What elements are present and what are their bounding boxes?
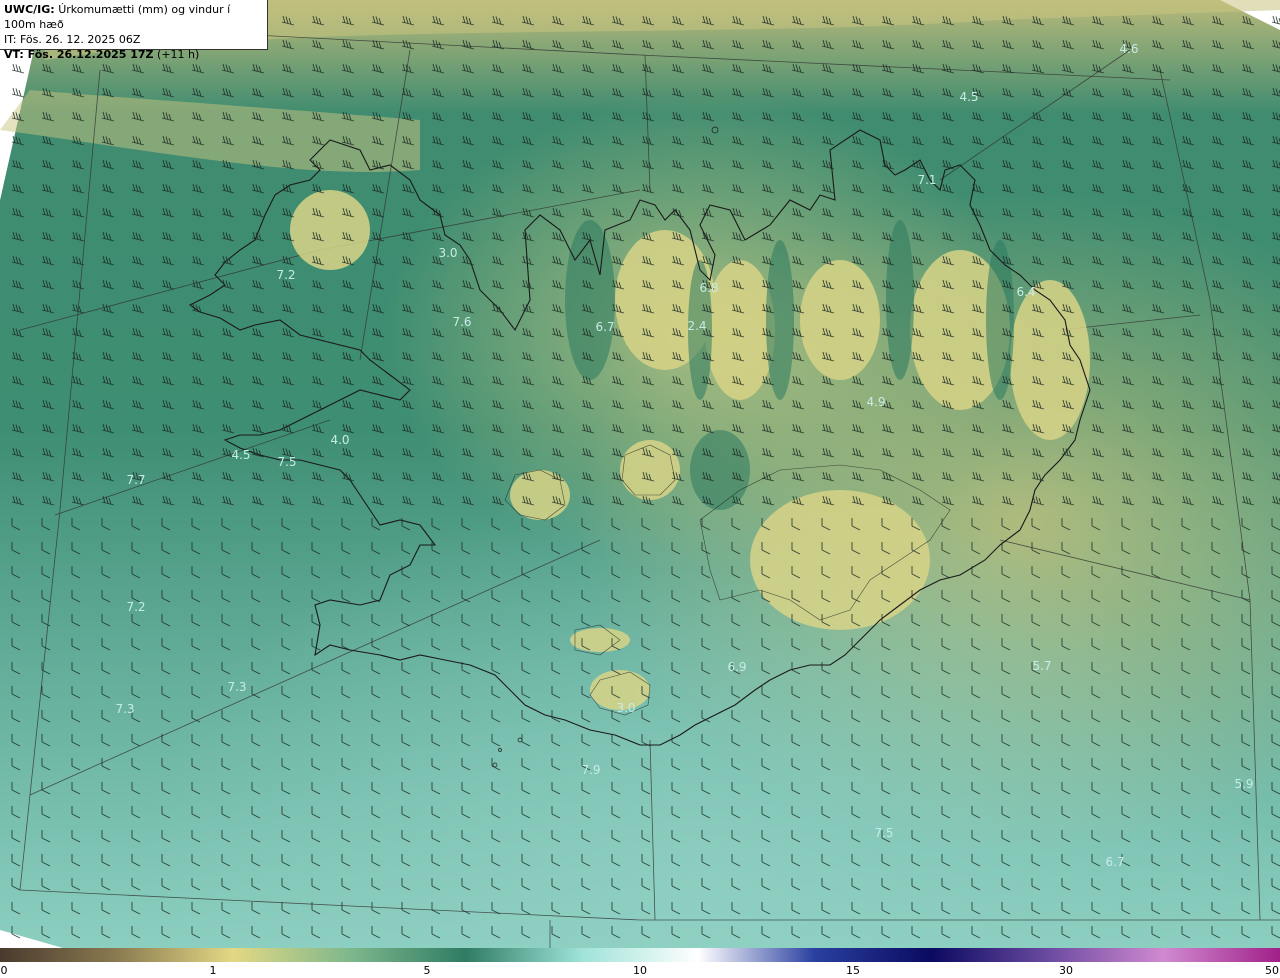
map-value-label: 2.4	[687, 319, 706, 333]
colorbar-tick-label: 10	[633, 964, 647, 977]
map-value-label: 3.0	[616, 701, 635, 715]
map-value-label: 5.7	[1032, 659, 1051, 673]
map-value-label: 6.9	[727, 660, 746, 674]
map-value-label: 7.2	[276, 268, 295, 282]
map-value-label: 7.1	[917, 173, 936, 187]
colorbar-tick-label: 5	[423, 964, 431, 977]
map-value-label: 6.7	[595, 320, 614, 334]
init-time: IT: Fös. 26. 12. 2025 06Z	[4, 33, 141, 46]
precipitation-wind-map: 4.6 4.5 7.1 3.0 7.2 7.6 6.7 6.8 2.4 6.4 4.9 4.0 4.5 7…	[0, 0, 1280, 950]
colorbar-tick-label: 15	[846, 964, 860, 977]
product-line: UWC/IG: Úrkomumætti (mm) og vindur í 100…	[4, 2, 263, 32]
map-value-label: 7.5	[277, 455, 296, 469]
map-value-label: 7.6	[452, 315, 471, 329]
valid-time: VT: Fös. 26.12.2025 17Z	[4, 48, 154, 61]
colorbar: 0 1 5 10 15 30 50	[0, 948, 1280, 978]
map-value-label: 5.9	[1234, 777, 1253, 791]
map-value-label: 4.5	[231, 448, 250, 462]
colorbar-tick-label: 30	[1059, 964, 1073, 977]
colorbar-tick-label: 0	[0, 964, 8, 977]
map-value-label: 6.8	[699, 281, 718, 295]
colorbar-tick-label: 1	[209, 964, 217, 977]
map-value-label: 3.0	[438, 246, 457, 260]
map-value-label: 7.9	[581, 763, 600, 777]
map-value-label: 6.4	[1016, 285, 1035, 299]
valid-time-line: VT: Fös. 26.12.2025 17Z (+11 h)	[4, 47, 263, 62]
colorbar-tick-label: 50	[1265, 964, 1279, 977]
map-value-label: 7.5	[874, 826, 893, 840]
colorbar-scale	[0, 948, 1280, 962]
map-value-label: 4.9	[866, 395, 885, 409]
map-info-box: UWC/IG: Úrkomumætti (mm) og vindur í 100…	[0, 0, 268, 61]
map-value-label: 4.6	[1119, 42, 1138, 56]
map-value-label: 4.5	[959, 90, 978, 104]
forecast-offset: (+11 h)	[157, 48, 200, 61]
map-value-label: 7.3	[115, 702, 134, 716]
product-code: UWC/IG:	[4, 3, 55, 16]
map-value-label: 4.0	[330, 433, 349, 447]
map-value-label: 6.7	[1105, 855, 1124, 869]
map-value-label: 7.2	[126, 600, 145, 614]
map-value-label: 7.7	[126, 473, 145, 487]
map-value-label: 7.3	[227, 680, 246, 694]
